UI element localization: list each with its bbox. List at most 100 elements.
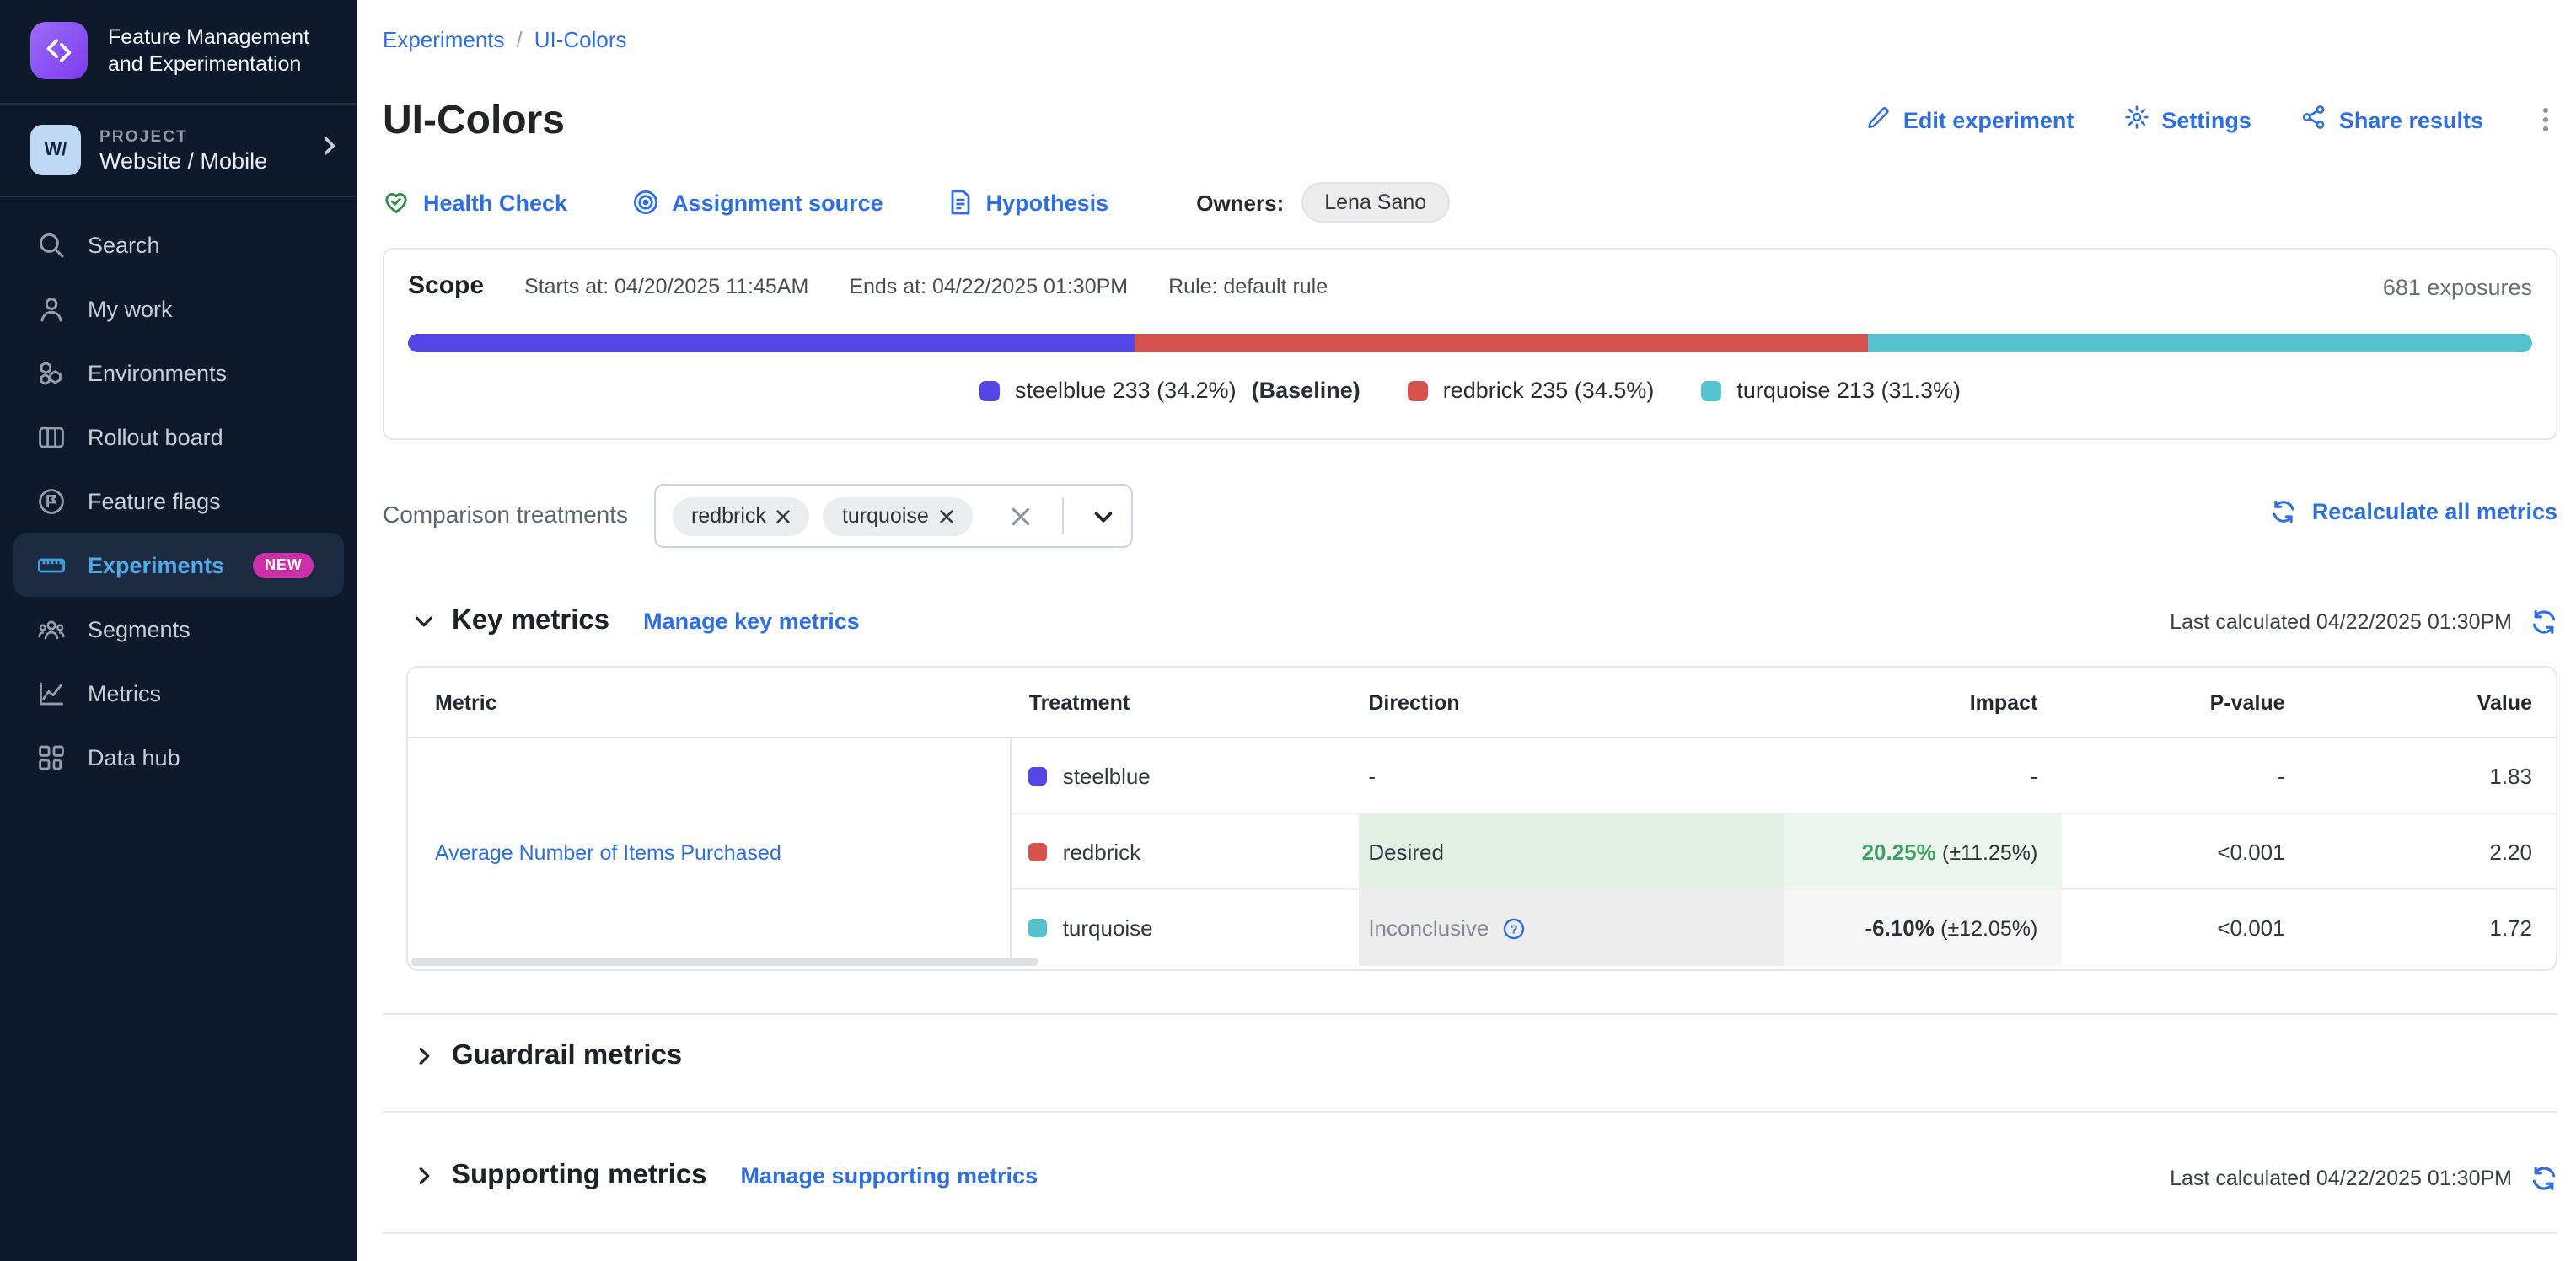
distribution-segment-turquoise — [1867, 334, 2532, 352]
sidebar-item-my-work[interactable]: My work — [0, 276, 357, 341]
hypothesis-link[interactable]: Hypothesis — [947, 189, 1109, 216]
sidebar-item-label: Experiments — [88, 552, 224, 577]
sidebar-item-rollout-board[interactable]: Rollout board — [0, 405, 357, 469]
impact-cell: -6.10% (±12.05%) — [1784, 890, 2061, 966]
supporting-metrics-header: Supporting metrics Manage supporting met… — [413, 1160, 1038, 1192]
chip-turquoise: turquoise — [824, 496, 973, 535]
guardrail-metrics-title: Guardrail metrics — [452, 1040, 682, 1072]
distribution-legend: steelblue 233 (34.2%) (Baseline) redbric… — [384, 378, 2556, 403]
project-switcher[interactable]: W/ PROJECT Website / Mobile — [0, 105, 357, 196]
column-header-metric: Metric — [408, 668, 1012, 738]
chevron-right-icon[interactable] — [413, 1045, 435, 1067]
last-calculated-text: Last calculated 04/22/2025 01:30PM — [2170, 610, 2512, 634]
guardrail-metrics-header: Guardrail metrics — [413, 1040, 682, 1072]
metric-cell: Average Number of Items Purchased — [408, 738, 1012, 966]
edit-experiment-button[interactable]: Edit experiment — [1866, 105, 2074, 135]
redbrick-swatch — [1408, 380, 1428, 400]
people-icon — [37, 614, 66, 643]
health-check-link[interactable]: Health Check — [383, 189, 567, 216]
direction-label: Inconclusive — [1368, 915, 1489, 941]
baseline-label: (Baseline) — [1252, 378, 1360, 403]
scope-row: Scope Starts at: 04/20/2025 11:45AM Ends… — [408, 271, 1328, 300]
question-circle-icon[interactable]: ? — [1502, 916, 1526, 940]
table-header-row: Metric Treatment Direction Impact P-valu… — [408, 668, 2556, 738]
chip-redbrick: redbrick — [673, 496, 810, 535]
comparison-treatments-select[interactable]: redbrick turquoise — [654, 484, 1133, 548]
legend-label: redbrick 235 (34.5%) — [1443, 378, 1655, 403]
sidebar-item-label: My work — [88, 296, 173, 321]
sidebar-item-data-hub[interactable]: Data hub — [0, 725, 357, 789]
refresh-icon — [2272, 499, 2297, 524]
user-icon — [37, 294, 66, 323]
distribution-segment-steelblue — [408, 334, 1135, 352]
impact-main: -6.10% — [1865, 915, 1934, 941]
column-header-value: Value — [2309, 668, 2556, 738]
exposures-count: 681 exposures — [2383, 275, 2532, 300]
edit-experiment-label: Edit experiment — [1903, 107, 2074, 132]
breadcrumb-current-link[interactable]: UI-Colors — [534, 27, 627, 52]
app-title: Feature Management and Experimentation — [108, 24, 330, 78]
share-results-button[interactable]: Share results — [2302, 105, 2483, 135]
column-header-direction: Direction — [1358, 668, 1784, 738]
sidebar-item-label: Metrics — [88, 680, 161, 706]
sidebar: Feature Management and Experimentation W… — [0, 0, 357, 1261]
impact-cell: - — [1784, 738, 2061, 814]
owner-pill[interactable]: Lena Sano — [1301, 182, 1450, 223]
breadcrumb-separator: / — [517, 27, 523, 52]
impact-ci: (±12.05%) — [1940, 917, 2037, 941]
clear-all-icon[interactable] — [1010, 505, 1032, 527]
legend-item-steelblue: steelblue 233 (34.2%) (Baseline) — [979, 378, 1360, 403]
comparison-label: Comparison treatments — [383, 501, 628, 528]
direction-cell: - — [1358, 738, 1784, 814]
app-logo-row[interactable]: Feature Management and Experimentation — [0, 0, 357, 103]
svg-text:?: ? — [1511, 922, 1518, 936]
last-calculated-text: Last calculated 04/22/2025 01:30PM — [2170, 1167, 2512, 1190]
document-icon — [947, 189, 973, 216]
hexagons-icon — [37, 358, 66, 387]
manage-supporting-metrics-link[interactable]: Manage supporting metrics — [741, 1163, 1038, 1189]
refresh-icon[interactable] — [2530, 609, 2557, 636]
manage-key-metrics-link[interactable]: Manage key metrics — [643, 609, 860, 634]
chevron-down-icon[interactable] — [413, 610, 435, 632]
p-value-cell: <0.001 — [2061, 890, 2308, 966]
supporting-last-calculated: Last calculated 04/22/2025 01:30PM — [2170, 1165, 2557, 1192]
sidebar-item-search[interactable]: Search — [0, 212, 357, 276]
remove-chip-icon[interactable] — [939, 508, 954, 523]
assignment-source-link[interactable]: Assignment source — [631, 189, 883, 216]
key-metrics-header: Key metrics Manage key metrics — [413, 605, 860, 637]
direction-cell: Inconclusive ? — [1358, 890, 1784, 966]
recalculate-all-metrics-button[interactable]: Recalculate all metrics — [2272, 499, 2557, 524]
scope-starts: Starts at: 04/20/2025 11:45AM — [524, 275, 808, 298]
breadcrumb-experiments-link[interactable]: Experiments — [383, 27, 505, 52]
turquoise-swatch — [1029, 919, 1048, 937]
settings-button[interactable]: Settings — [2124, 105, 2251, 135]
column-header-treatment: Treatment — [1012, 668, 1359, 738]
sidebar-item-label: Rollout board — [88, 424, 223, 449]
sidebar-item-segments[interactable]: Segments — [0, 597, 357, 661]
sidebar-item-environments[interactable]: Environments — [0, 341, 357, 405]
value-cell: 2.20 — [2309, 814, 2556, 890]
health-check-label: Health Check — [423, 190, 567, 215]
metric-link[interactable]: Average Number of Items Purchased — [435, 840, 781, 864]
sidebar-item-feature-flags[interactable]: Feature flags — [0, 469, 357, 533]
legend-label: turquoise 213 (31.3%) — [1736, 378, 1961, 403]
horizontal-scrollbar[interactable] — [411, 958, 1038, 966]
key-metrics-last-calculated: Last calculated 04/22/2025 01:30PM — [2170, 609, 2557, 636]
key-metrics-title: Key metrics — [452, 605, 609, 637]
column-header-impact: Impact — [1784, 668, 2061, 738]
value-cell: 1.83 — [2309, 738, 2556, 814]
owners-group: Owners: Lena Sano — [1196, 182, 1450, 223]
chevron-right-icon[interactable] — [413, 1165, 435, 1187]
sidebar-divider — [0, 196, 357, 197]
scope-card: Scope Starts at: 04/20/2025 11:45AM Ends… — [383, 248, 2557, 440]
hypothesis-label: Hypothesis — [986, 190, 1109, 215]
chevron-down-icon[interactable] — [1092, 505, 1114, 527]
remove-chip-icon[interactable] — [776, 508, 792, 523]
kebab-menu-icon[interactable] — [2534, 106, 2557, 133]
refresh-icon[interactable] — [2530, 1165, 2557, 1192]
sidebar-nav: Search My work Environments Rollout boar… — [0, 212, 357, 789]
treatment-cell: steelblue — [1012, 738, 1359, 814]
sidebar-item-experiments[interactable]: Experiments NEW — [13, 533, 344, 597]
sidebar-item-metrics[interactable]: Metrics — [0, 661, 357, 725]
project-label: PROJECT — [99, 127, 267, 146]
